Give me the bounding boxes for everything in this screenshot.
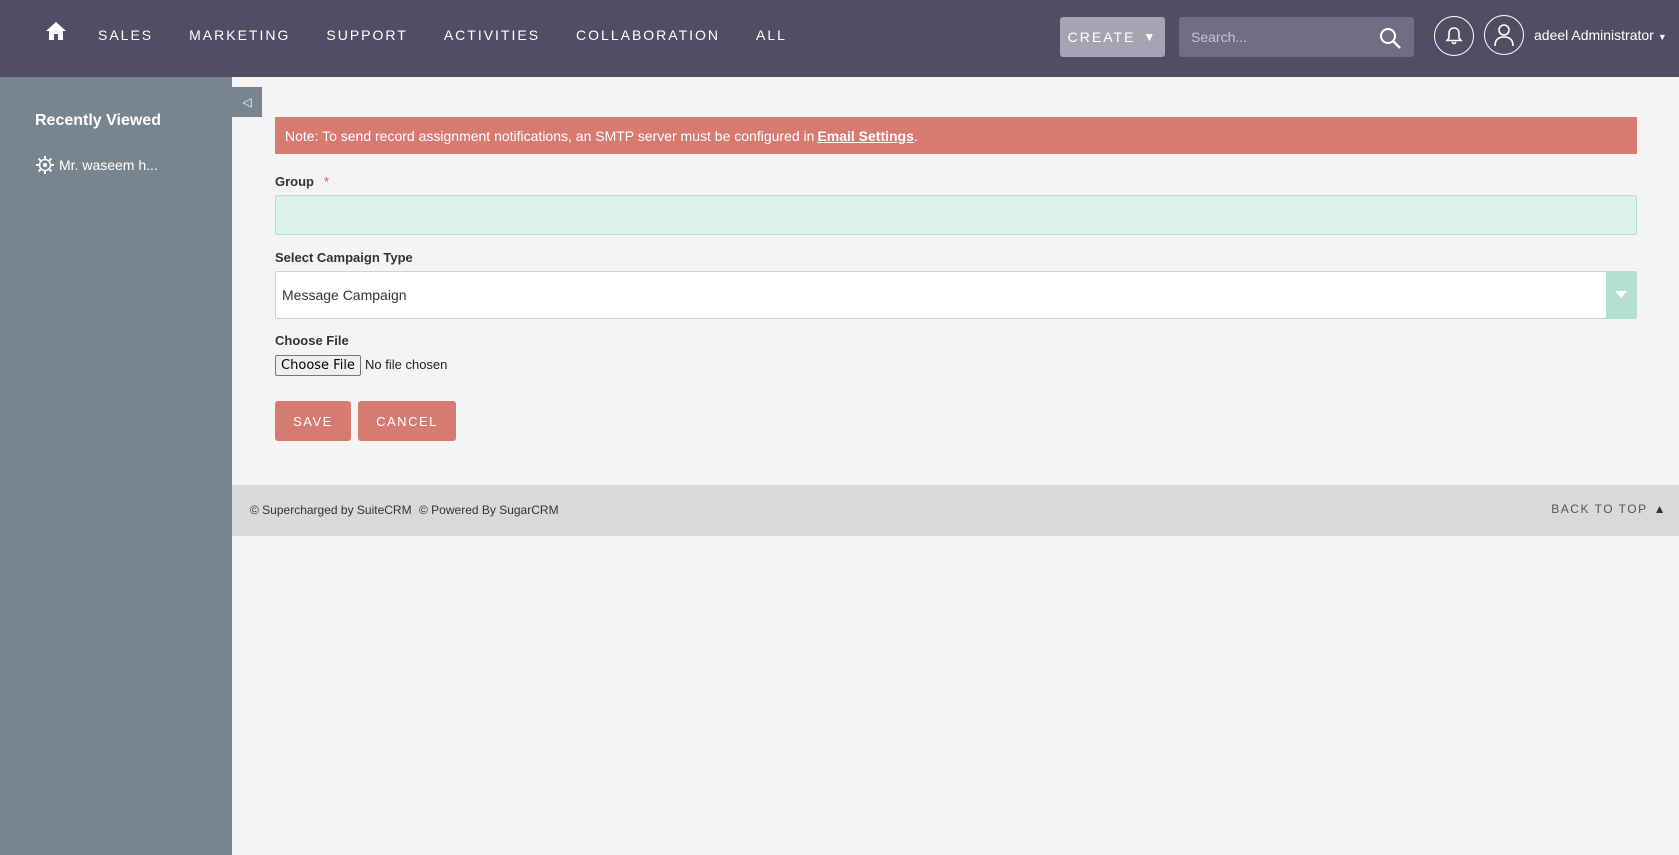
footer: © Supercharged by SuiteCRM © Powered By …	[232, 485, 1679, 536]
main-content: Note: To send record assignment notifica…	[275, 117, 1637, 441]
nav-support[interactable]: SUPPORT	[308, 27, 425, 43]
dropdown-arrow-icon	[1606, 272, 1636, 318]
global-search	[1179, 17, 1414, 57]
sidebar: Recently Viewed Mr. waseem h...	[0, 77, 232, 855]
main-nav: SALES MARKETING SUPPORT ACTIVITIES COLLA…	[80, 0, 805, 70]
alert-suffix: .	[913, 127, 918, 144]
email-settings-link[interactable]: Email Settings	[817, 128, 913, 144]
recent-item[interactable]: Mr. waseem h...	[35, 155, 158, 175]
gear-icon	[36, 156, 54, 174]
cancel-button[interactable]: CANCEL	[358, 401, 456, 441]
arrow-up-icon: ▲	[1653, 502, 1667, 516]
campaign-type-value: Message Campaign	[282, 287, 407, 303]
choose-file-button[interactable]: Choose File	[275, 355, 361, 376]
choose-file-label: Choose File	[275, 333, 349, 348]
campaign-type-label: Select Campaign Type	[275, 250, 413, 265]
nav-all[interactable]: ALL	[738, 27, 805, 43]
user-name-text: adeel Administrator	[1534, 27, 1654, 43]
save-button[interactable]: SAVE	[275, 401, 351, 441]
campaign-type-select[interactable]: Message Campaign	[275, 271, 1637, 319]
group-input[interactable]	[275, 195, 1637, 235]
suitecrm-credit[interactable]: © Supercharged by SuiteCRM	[250, 503, 412, 517]
nav-sales[interactable]: SALES	[80, 27, 171, 43]
user-icon	[1494, 24, 1514, 47]
sidebar-collapse-button[interactable]: ◁	[232, 87, 262, 117]
back-to-top-link[interactable]: BACK TO TOP ▲	[1551, 502, 1667, 516]
sugarcrm-credit[interactable]: © Powered By SugarCRM	[419, 503, 559, 517]
nav-marketing[interactable]: MARKETING	[171, 27, 308, 43]
create-label: CREATE	[1067, 29, 1136, 45]
recently-viewed-title: Recently Viewed	[35, 112, 161, 129]
file-status: No file chosen	[365, 357, 448, 372]
smtp-alert: Note: To send record assignment notifica…	[275, 117, 1637, 154]
alert-text: Note: To send record assignment notifica…	[285, 127, 815, 144]
caret-down-icon: ▼	[1657, 32, 1667, 42]
user-menu-button[interactable]	[1484, 15, 1524, 55]
group-label: Group *	[275, 174, 329, 189]
nav-activities[interactable]: ACTIVITIES	[426, 27, 558, 43]
user-menu-label[interactable]: adeel Administrator ▼	[1534, 27, 1667, 43]
create-button[interactable]: CREATE ▼	[1060, 17, 1165, 57]
notifications-button[interactable]	[1434, 16, 1474, 56]
home-icon[interactable]	[44, 20, 68, 42]
group-label-text: Group	[275, 174, 314, 189]
recent-item-label: Mr. waseem h...	[59, 157, 158, 173]
required-marker: *	[324, 174, 330, 189]
caret-down-icon: ▼	[1143, 30, 1158, 44]
search-input[interactable]	[1179, 17, 1369, 57]
top-navbar: SALES MARKETING SUPPORT ACTIVITIES COLLA…	[0, 0, 1679, 77]
bell-icon	[1445, 27, 1463, 45]
back-to-top-label: BACK TO TOP	[1551, 502, 1648, 516]
search-icon[interactable]	[1378, 26, 1402, 50]
nav-collaboration[interactable]: COLLABORATION	[558, 27, 738, 43]
